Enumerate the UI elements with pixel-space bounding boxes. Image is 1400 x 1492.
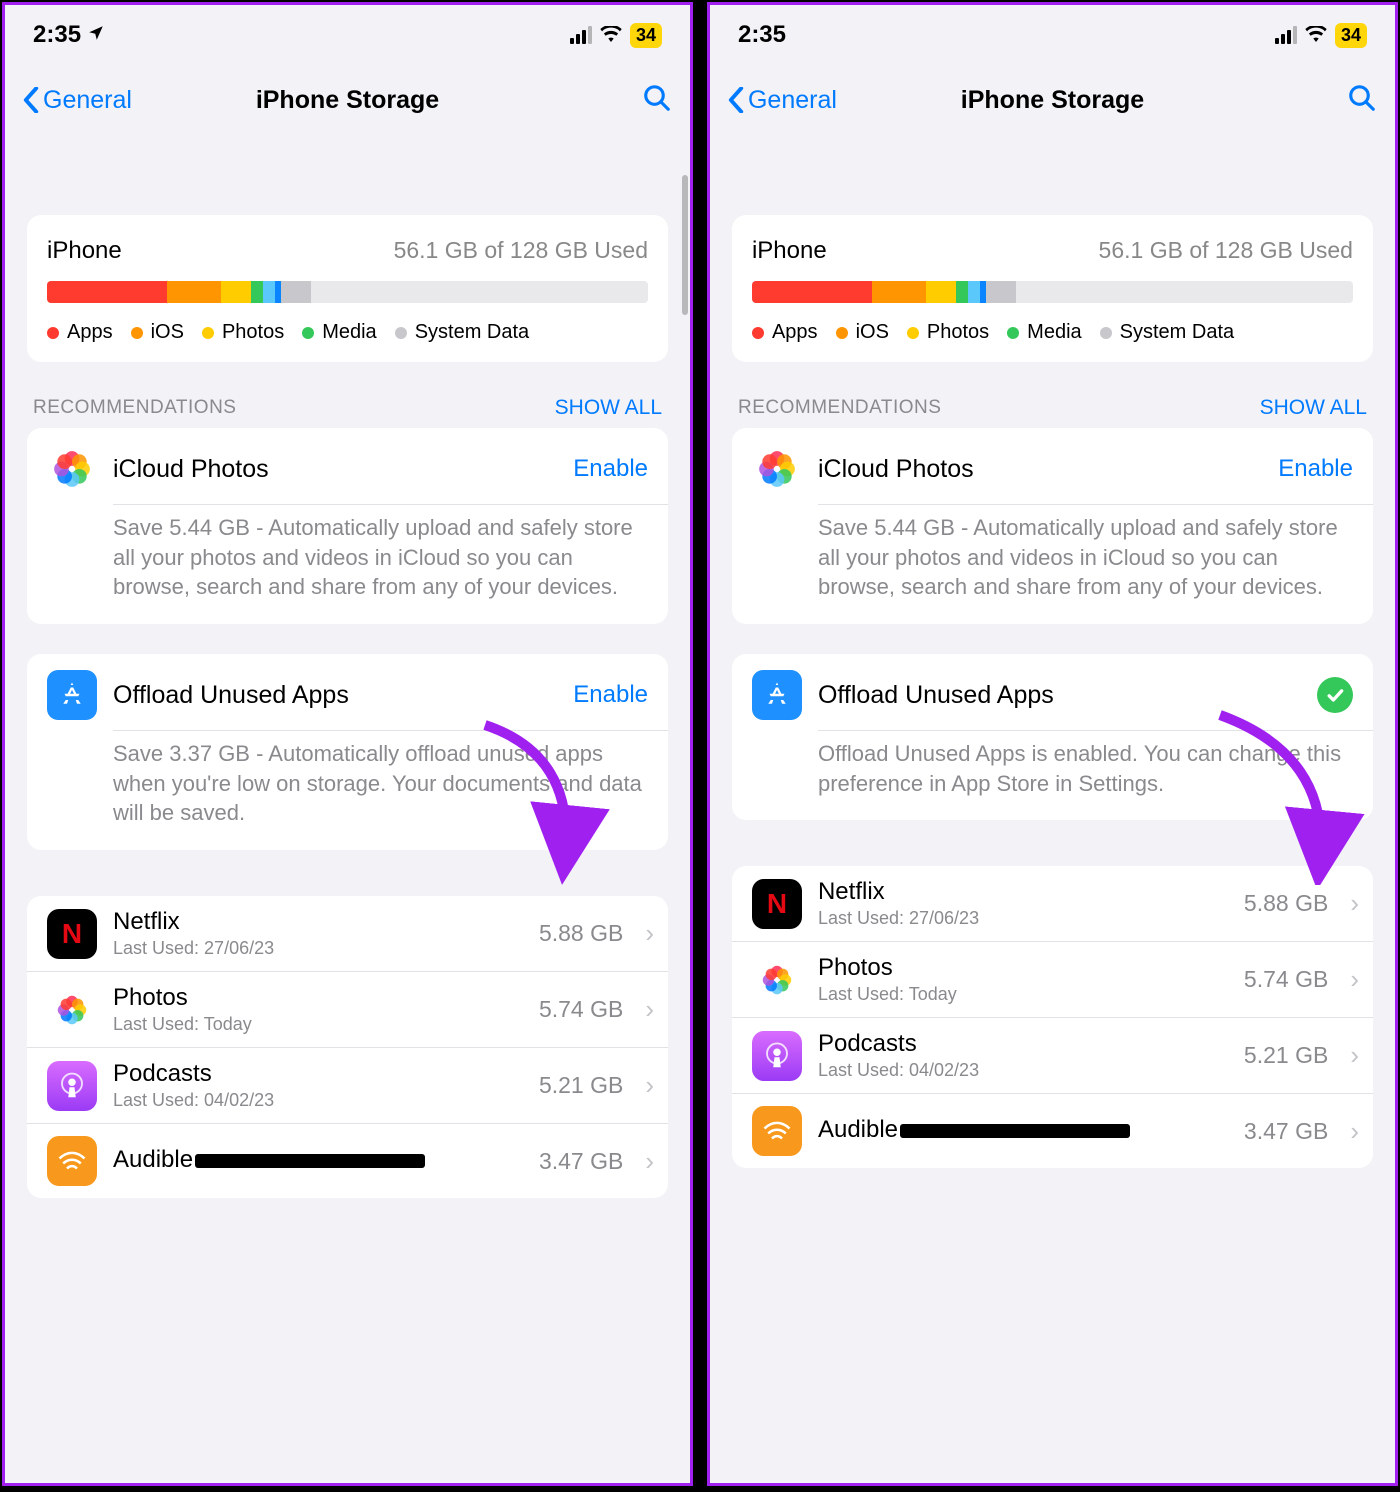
legend-item: Photos [907, 321, 989, 344]
app-list: NNetflixLast Used: 27/06/235.88 GB›Photo… [732, 866, 1373, 1168]
battery-indicator: 34 [1335, 23, 1367, 48]
scrollbar[interactable] [682, 175, 688, 315]
appstore-icon [752, 670, 802, 720]
offload-description: Save 3.37 GB - Automatically offload unu… [27, 731, 668, 850]
chevron-right-icon: › [1350, 1040, 1359, 1071]
recommendations-header: RECOMMENDATIONS SHOW ALL [732, 396, 1373, 428]
legend-item: System Data [395, 321, 529, 344]
chevron-right-icon: › [1350, 964, 1359, 995]
recommendations-label: RECOMMENDATIONS [738, 397, 941, 419]
icloud-title: iCloud Photos [818, 455, 1262, 484]
status-time: 2:35 [33, 21, 81, 49]
legend-item: Media [1007, 321, 1081, 344]
chevron-right-icon: › [645, 1146, 654, 1177]
legend-item: Apps [47, 321, 113, 344]
chevron-right-icon: › [1350, 1116, 1359, 1147]
offload-title: Offload Unused Apps [113, 681, 557, 710]
status-bar: 2:35 34 [5, 5, 690, 65]
legend-item: System Data [1100, 321, 1234, 344]
icloud-photos-recommendation: iCloud Photos Enable Save 5.44 GB - Auto… [732, 428, 1373, 624]
offload-apps-recommendation: Offload Unused Apps Offload Unused Apps … [732, 654, 1373, 820]
back-button[interactable]: General [23, 86, 132, 115]
back-button[interactable]: General [728, 86, 837, 115]
storage-summary-card: iPhone 56.1 GB of 128 GB Used AppsiOS Pho… [732, 215, 1373, 362]
enabled-check-icon [1317, 677, 1353, 713]
recommendations-label: RECOMMENDATIONS [33, 397, 236, 419]
icloud-description: Save 5.44 GB - Automatically upload and … [732, 505, 1373, 624]
device-label: iPhone [752, 237, 827, 265]
back-label: General [748, 86, 837, 115]
device-label: iPhone [47, 237, 122, 265]
nav-bar: General iPhone Storage [5, 65, 690, 135]
chevron-right-icon: › [645, 918, 654, 949]
legend-item: Media [302, 321, 376, 344]
battery-indicator: 34 [630, 23, 662, 48]
app-row[interactable]: PhotosLast Used: Today5.74 GB› [27, 971, 668, 1047]
cellular-icon [570, 26, 592, 44]
back-label: General [43, 86, 132, 115]
app-row[interactable]: NNetflixLast Used: 27/06/235.88 GB› [732, 866, 1373, 941]
search-icon[interactable] [642, 83, 672, 118]
offload-description: Offload Unused Apps is enabled. You can … [732, 731, 1373, 820]
legend-item: iOS [836, 321, 889, 344]
icloud-enable-button[interactable]: Enable [573, 455, 648, 483]
offload-title: Offload Unused Apps [818, 681, 1301, 710]
app-row[interactable]: PodcastsLast Used: 04/02/235.21 GB› [732, 1017, 1373, 1093]
app-row[interactable]: NNetflixLast Used: 27/06/235.88 GB› [27, 896, 668, 971]
wifi-icon [600, 21, 622, 49]
legend-item: Apps [752, 321, 818, 344]
legend-item: iOS [131, 321, 184, 344]
cellular-icon [1275, 26, 1297, 44]
storage-legend: AppsiOS Photos Media System Data [47, 321, 648, 344]
app-row[interactable]: Audible3.47 GB› [732, 1093, 1373, 1168]
icloud-photos-recommendation: iCloud Photos Enable Save 5.44 GB - Auto… [27, 428, 668, 624]
legend-item: Photos [202, 321, 284, 344]
appstore-icon [47, 670, 97, 720]
wifi-icon [1305, 21, 1327, 49]
recommendations-header: RECOMMENDATIONS SHOW ALL [27, 396, 668, 428]
chevron-right-icon: › [1350, 888, 1359, 919]
app-list: NNetflixLast Used: 27/06/235.88 GB›Photo… [27, 896, 668, 1198]
chevron-right-icon: › [645, 1070, 654, 1101]
search-icon[interactable] [1347, 83, 1377, 118]
icloud-description: Save 5.44 GB - Automatically upload and … [27, 505, 668, 624]
storage-legend: AppsiOS Photos Media System Data [752, 321, 1353, 344]
offload-apps-recommendation: Offload Unused Apps Enable Save 3.37 GB … [27, 654, 668, 850]
show-all-link[interactable]: SHOW ALL [1260, 396, 1367, 420]
storage-used: 56.1 GB of 128 GB Used [1099, 237, 1353, 264]
offload-enable-button[interactable]: Enable [573, 681, 648, 709]
storage-summary-card: iPhone 56.1 GB of 128 GB Used AppsiOS Pho… [27, 215, 668, 362]
storage-bar [47, 281, 648, 303]
storage-bar [752, 281, 1353, 303]
status-time: 2:35 [738, 21, 786, 49]
location-icon [87, 21, 105, 49]
nav-bar: General iPhone Storage [710, 65, 1395, 135]
app-row[interactable]: PodcastsLast Used: 04/02/235.21 GB› [27, 1047, 668, 1123]
icloud-title: iCloud Photos [113, 455, 557, 484]
chevron-right-icon: › [645, 994, 654, 1025]
status-bar: 2:35 34 [710, 5, 1395, 65]
photos-app-icon [752, 444, 802, 494]
storage-used: 56.1 GB of 128 GB Used [394, 237, 648, 264]
show-all-link[interactable]: SHOW ALL [555, 396, 662, 420]
phone-left: 2:35 34 General iPhone Storage iPhone 56 [2, 2, 693, 1486]
app-row[interactable]: PhotosLast Used: Today5.74 GB› [732, 941, 1373, 1017]
icloud-enable-button[interactable]: Enable [1278, 455, 1353, 483]
phone-right: 2:35 34 General iPhone Storage iPhone 56… [707, 2, 1398, 1486]
app-row[interactable]: Audible3.47 GB› [27, 1123, 668, 1198]
photos-app-icon [47, 444, 97, 494]
